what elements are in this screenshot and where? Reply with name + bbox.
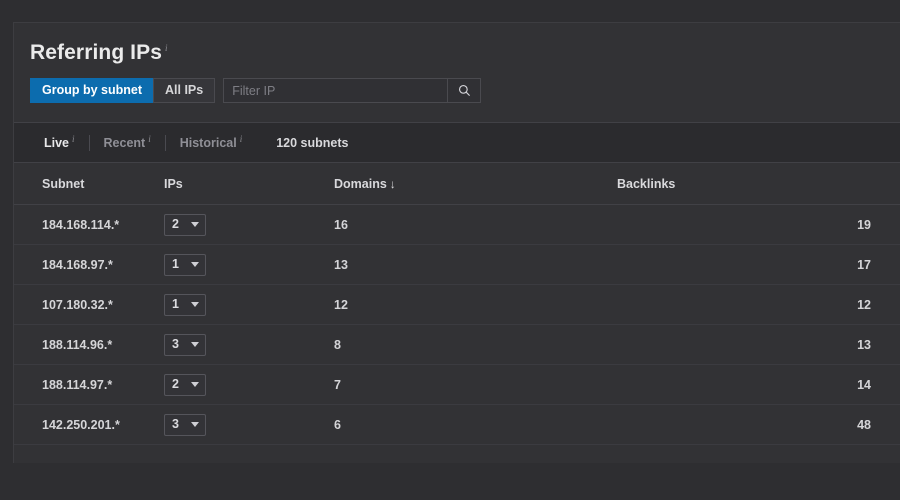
cell-subnet: 188.114.96.* <box>14 324 164 365</box>
cell-domains: 12 <box>334 284 617 325</box>
chevron-down-icon <box>191 382 199 387</box>
table-row[interactable]: 142.250.201.* 3 6 48 <box>14 404 900 445</box>
group-by-subnet-button[interactable]: Group by subnet <box>30 78 153 103</box>
tab-live-label: Live <box>44 136 70 151</box>
cell-domains: 13 <box>334 244 617 285</box>
tab-live[interactable]: Live i <box>30 135 89 150</box>
filter-ip-control <box>223 78 482 103</box>
cell-ips: 3 <box>164 404 334 445</box>
info-icon-live[interactable]: i <box>72 134 75 144</box>
page-title-text: Referring IPs <box>30 41 163 64</box>
tab-historical-label: Historical <box>179 136 237 151</box>
search-input[interactable] <box>223 78 448 103</box>
ip-count-value: 1 <box>172 257 179 272</box>
ip-count-value: 2 <box>172 377 179 392</box>
cell-ips: 2 <box>164 364 334 405</box>
ip-count-dropdown[interactable]: 2 <box>164 373 206 396</box>
ip-count-value: 2 <box>172 217 179 232</box>
ip-count-dropdown[interactable]: 3 <box>164 333 206 356</box>
column-header-subnet[interactable]: Subnet <box>14 163 164 205</box>
page-root: Referring IPsi Group by subnet All IPs <box>0 0 900 500</box>
tab-recent-label: Recent <box>103 136 146 151</box>
info-icon-title[interactable]: i <box>165 43 168 53</box>
info-icon-recent[interactable]: i <box>148 134 151 144</box>
cell-ips: 1 <box>164 284 334 325</box>
referring-ips-panel: Referring IPsi Group by subnet All IPs <box>13 22 900 463</box>
grouping-toggle-group: Group by subnet All IPs <box>30 78 216 103</box>
cell-ips: 2 <box>164 204 334 245</box>
cell-domains: 16 <box>334 204 617 245</box>
chevron-down-icon <box>191 342 199 347</box>
column-header-domains-label: Domains <box>334 177 387 191</box>
cell-subnet: 184.168.97.* <box>14 244 164 285</box>
table-body: 184.168.114.* 2 16 19 184.168.97.* 1 13 … <box>14 204 900 445</box>
tab-historical[interactable]: Historical i <box>166 135 256 150</box>
chevron-down-icon <box>191 422 199 427</box>
table-header: Subnet IPs Domains ↓ Backlinks <box>14 163 900 205</box>
cell-domains: 6 <box>334 404 617 445</box>
cell-subnet: 107.180.32.* <box>14 284 164 325</box>
chevron-down-icon <box>191 222 199 227</box>
ip-count-dropdown[interactable]: 1 <box>164 253 206 276</box>
panel-controls: Group by subnet All IPs <box>30 78 900 103</box>
cell-ips: 3 <box>164 324 334 365</box>
cell-subnet: 188.114.97.* <box>14 364 164 405</box>
ip-count-value: 3 <box>172 417 179 432</box>
ip-count-value: 1 <box>172 297 179 312</box>
cell-backlinks: 19 <box>617 204 900 245</box>
all-ips-button[interactable]: All IPs <box>153 78 216 103</box>
table-row[interactable]: 188.114.96.* 3 8 13 <box>14 324 900 365</box>
ip-count-dropdown[interactable]: 3 <box>164 413 206 436</box>
ip-count-dropdown[interactable]: 1 <box>164 293 206 316</box>
column-header-backlinks[interactable]: Backlinks <box>617 163 900 205</box>
status-tabs: Live i Recent i Historical i 120 subnets <box>14 122 900 163</box>
search-button[interactable] <box>447 78 482 103</box>
tab-recent[interactable]: Recent i <box>90 135 165 150</box>
column-header-ips[interactable]: IPs <box>164 163 334 205</box>
cell-backlinks: 14 <box>617 364 900 405</box>
search-icon <box>458 84 471 97</box>
cell-backlinks: 48 <box>617 404 900 445</box>
cell-backlinks: 13 <box>617 324 900 365</box>
chevron-down-icon <box>191 262 199 267</box>
table-header-row: Subnet IPs Domains ↓ Backlinks <box>14 163 900 205</box>
ip-count-value: 3 <box>172 337 179 352</box>
column-header-domains[interactable]: Domains ↓ <box>334 163 617 205</box>
cell-backlinks: 12 <box>617 284 900 325</box>
cell-subnet: 142.250.201.* <box>14 404 164 445</box>
table-row[interactable]: 184.168.114.* 2 16 19 <box>14 204 900 245</box>
referring-ips-table: Subnet IPs Domains ↓ Backlinks 184.168.11… <box>14 163 900 445</box>
cell-domains: 8 <box>334 324 617 365</box>
chevron-down-icon <box>191 302 199 307</box>
table-row[interactable]: 188.114.97.* 2 7 14 <box>14 364 900 405</box>
cell-subnet: 184.168.114.* <box>14 204 164 245</box>
cell-ips: 1 <box>164 244 334 285</box>
table-row[interactable]: 184.168.97.* 1 13 17 <box>14 244 900 285</box>
panel-header: Referring IPs i Group by subnet All IPs <box>14 23 900 103</box>
ip-count-dropdown[interactable]: 2 <box>164 213 206 236</box>
info-icon-historical[interactable]: i <box>240 134 243 144</box>
table-row[interactable]: 107.180.32.* 1 12 12 <box>14 284 900 325</box>
sort-descending-icon: ↓ <box>389 177 396 191</box>
cell-backlinks: 17 <box>617 244 900 285</box>
subnet-count: 120 subnets <box>276 135 349 150</box>
cell-domains: 7 <box>334 364 617 405</box>
page-title: Referring IPs i <box>30 35 168 66</box>
